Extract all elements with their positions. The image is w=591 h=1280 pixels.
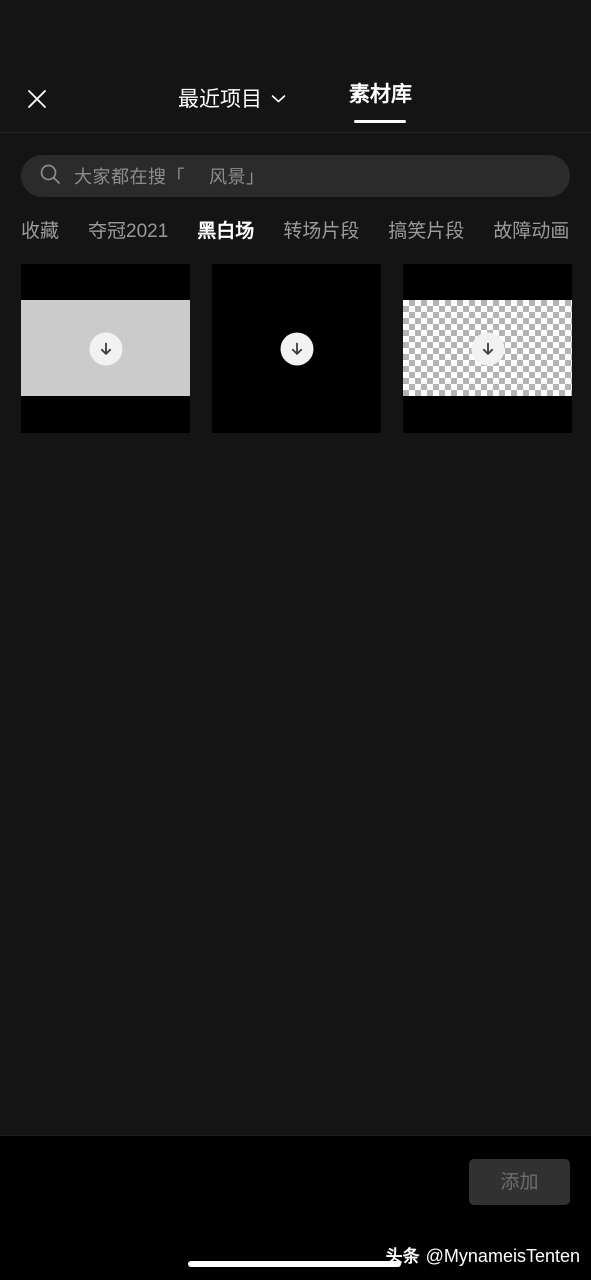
- search-section: 大家都在搜「 风景」: [0, 133, 591, 197]
- category-tab-funny[interactable]: 搞笑片段: [388, 222, 464, 241]
- category-tab-champion2021[interactable]: 夺冠2021: [88, 222, 168, 241]
- add-button-label: 添加: [500, 1171, 539, 1193]
- download-icon: [97, 340, 114, 357]
- category-tab-favorites[interactable]: 收藏: [21, 222, 59, 241]
- material-card-black-screen[interactable]: [212, 264, 381, 433]
- home-indicator[interactable]: [188, 1261, 401, 1267]
- watermark: 头条 @MynameisTenten: [386, 1247, 580, 1265]
- category-tab-transition[interactable]: 转场片段: [283, 222, 359, 241]
- close-icon: [24, 86, 50, 112]
- material-card-white-screen[interactable]: [21, 264, 190, 433]
- search-placeholder-suffix: 风景」: [209, 167, 265, 187]
- download-icon: [479, 340, 496, 357]
- search-placeholder: 大家都在搜「 风景」: [74, 163, 265, 189]
- download-button[interactable]: [471, 332, 504, 365]
- watermark-handle: @MynameisTenten: [425, 1246, 580, 1266]
- watermark-logo: 头条: [385, 1246, 420, 1266]
- download-button[interactable]: [89, 332, 122, 365]
- category-tab-glitch[interactable]: 故障动画: [493, 222, 569, 241]
- category-tab-blackwhite[interactable]: 黑白场: [197, 222, 254, 241]
- tab-material-library-label: 素材库: [349, 83, 412, 106]
- search-placeholder-prefix: 大家都在搜「: [74, 167, 185, 187]
- download-button[interactable]: [280, 332, 313, 365]
- tab-recent-projects[interactable]: 最近项目: [178, 84, 286, 114]
- chevron-down-icon[interactable]: [271, 90, 286, 108]
- close-button[interactable]: [22, 84, 52, 114]
- material-grid: [0, 264, 591, 433]
- download-icon: [288, 340, 305, 357]
- tab-material-library[interactable]: 素材库: [349, 84, 412, 114]
- material-library-screen: 最近项目 素材库 大家都在搜「 风景」 收藏 夺冠2021 黑白场 转场片段 搞…: [0, 0, 591, 1280]
- add-button[interactable]: 添加: [469, 1159, 570, 1205]
- top-header: 最近项目 素材库: [0, 0, 591, 133]
- material-card-transparent-screen[interactable]: [403, 264, 572, 433]
- active-tab-indicator: [354, 120, 406, 123]
- category-tab-strip[interactable]: 收藏 夺冠2021 黑白场 转场片段 搞笑片段 故障动画: [0, 216, 591, 246]
- search-icon: [39, 163, 61, 190]
- search-input[interactable]: 大家都在搜「 风景」: [21, 155, 570, 197]
- tab-recent-projects-label: 最近项目: [178, 87, 262, 111]
- rainbow-emoji: [186, 169, 208, 183]
